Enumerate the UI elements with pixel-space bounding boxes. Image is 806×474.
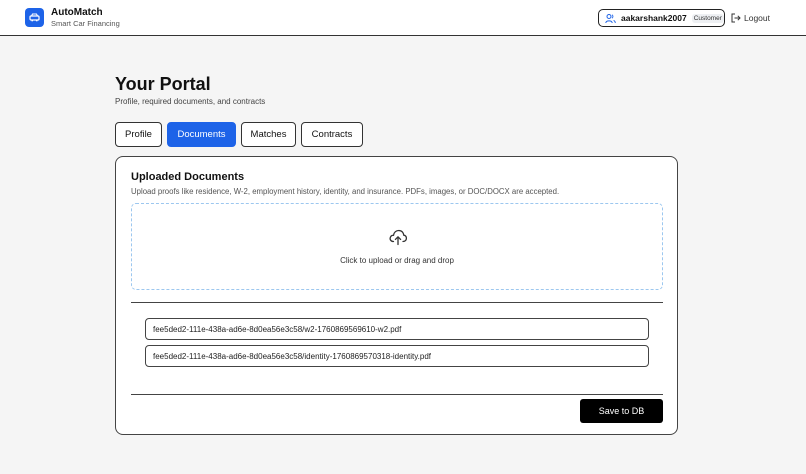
car-icon xyxy=(25,8,44,27)
tab-documents[interactable]: Documents xyxy=(167,122,236,147)
divider xyxy=(131,394,663,395)
cloud-upload-icon xyxy=(388,228,408,246)
user-menu[interactable]: aakarshank2007 Customer xyxy=(598,9,725,27)
uploaded-file-item[interactable]: fee5ded2-111e-438a-ad6e-8d0ea56e3c58/w2-… xyxy=(145,318,649,340)
app-tagline: Smart Car Financing xyxy=(51,19,120,28)
documents-description: Upload proofs like residence, W-2, emplo… xyxy=(131,187,560,196)
tab-contracts[interactable]: Contracts xyxy=(301,122,363,147)
user-icon xyxy=(605,13,616,24)
page-subtitle: Profile, required documents, and contrac… xyxy=(115,97,266,106)
documents-title: Uploaded Documents xyxy=(131,171,245,183)
save-to-db-button[interactable]: Save to DB xyxy=(580,399,663,423)
dropzone-text: Click to upload or drag and drop xyxy=(340,256,454,265)
tab-matches[interactable]: Matches xyxy=(241,122,296,147)
username: aakarshank2007 xyxy=(621,13,687,23)
role-badge: Customer xyxy=(691,13,724,23)
upload-dropzone[interactable]: Click to upload or drag and drop xyxy=(131,203,663,290)
page-title: Your Portal xyxy=(115,74,211,94)
divider xyxy=(131,302,663,303)
logout-button[interactable]: Logout xyxy=(731,11,770,25)
tab-profile[interactable]: Profile xyxy=(115,122,162,147)
app-header: AutoMatch Smart Car Financing aakarshank… xyxy=(0,0,806,36)
documents-card: Uploaded Documents Upload proofs like re… xyxy=(115,156,678,435)
uploaded-file-item[interactable]: fee5ded2-111e-438a-ad6e-8d0ea56e3c58/ide… xyxy=(145,345,649,367)
logout-label: Logout xyxy=(744,13,770,23)
app-name: AutoMatch xyxy=(51,7,103,18)
logout-icon xyxy=(731,13,741,23)
